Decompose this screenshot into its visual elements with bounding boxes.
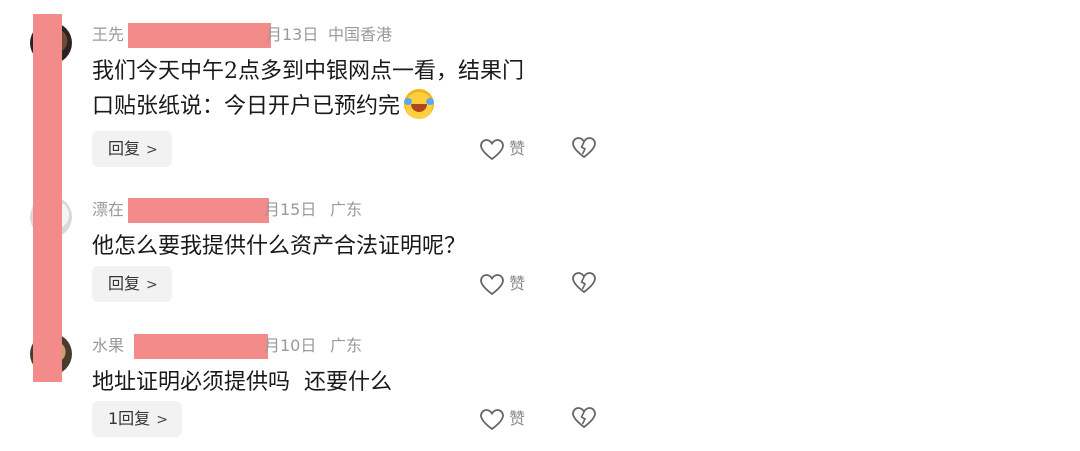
- like-button[interactable]: 赞: [480, 135, 525, 163]
- author-name[interactable]: 王先: [92, 22, 124, 48]
- comment-item: 水果 月10日 广东 地址证明必须提供吗 还要什么 1回复 > 赞: [92, 333, 612, 437]
- reply-label: 回复: [108, 274, 141, 293]
- reply-button[interactable]: 回复 >: [92, 131, 172, 167]
- like-label: 赞: [509, 409, 526, 428]
- like-label: 赞: [509, 139, 526, 158]
- broken-heart-icon: [572, 272, 596, 294]
- comment-date: 月15日: [264, 200, 317, 219]
- heart-icon: [480, 138, 504, 160]
- broken-heart-icon: [572, 407, 596, 429]
- comment-meta: 王先 月13日 中国香港: [92, 22, 612, 48]
- comment-date: 月13日: [266, 25, 319, 44]
- chevron-right-icon: >: [156, 412, 168, 428]
- chevron-right-icon: >: [146, 142, 158, 158]
- dislike-button[interactable]: [572, 272, 596, 298]
- author-name[interactable]: 水果: [92, 333, 124, 359]
- comment-line-with-emoji: 口贴张纸说：今日开户已预约完: [92, 89, 612, 124]
- reply-label: 1回复: [108, 409, 151, 428]
- like-button[interactable]: 赞: [480, 270, 525, 298]
- comment-text: 他怎么要我提供什么资产合法证明呢？: [92, 230, 612, 264]
- comment-line: 他怎么要我提供什么资产合法证明呢？: [92, 234, 467, 259]
- comment-meta: 漂在 月15日 广东: [92, 197, 612, 223]
- reply-button[interactable]: 1回复 >: [92, 401, 182, 437]
- dislike-button[interactable]: [572, 137, 596, 163]
- comment-meta: 水果 月10日 广东: [92, 333, 612, 359]
- heart-icon: [480, 273, 504, 295]
- comment-date: 月10日: [264, 336, 317, 355]
- author-name[interactable]: 漂在: [92, 197, 124, 223]
- name-redaction: [134, 334, 268, 359]
- comment-item: 漂在 月15日 广东 他怎么要我提供什么资产合法证明呢？ 回复 > 赞: [92, 197, 612, 302]
- comment-item: 王先 月13日 中国香港 我们今天中午2点多到中银网点一看，结果门 口贴张纸说：…: [92, 22, 612, 167]
- avatar-redaction-bar-overlay: [33, 14, 62, 382]
- comment-line: 口贴张纸说：今日开户已预约完: [92, 94, 401, 119]
- reply-button[interactable]: 回复 >: [92, 266, 172, 302]
- chevron-right-icon: >: [146, 277, 158, 293]
- name-redaction: [128, 23, 271, 48]
- like-button[interactable]: 赞: [480, 405, 525, 433]
- comment-location: 广东: [330, 200, 363, 219]
- comment-location: 中国香港: [328, 25, 393, 44]
- reply-label: 回复: [108, 139, 141, 158]
- comment-line: 我们今天中午2点多到中银网点一看，结果门: [92, 59, 524, 84]
- like-label: 赞: [509, 274, 526, 293]
- heart-icon: [480, 408, 504, 430]
- comment-location: 广东: [330, 336, 363, 355]
- comment-line: 地址证明必须提供吗 还要什么: [92, 370, 392, 395]
- laughing-crying-emoji-icon: [404, 89, 435, 119]
- broken-heart-icon: [572, 137, 596, 159]
- comment-text: 我们今天中午2点多到中银网点一看，结果门 口贴张纸说：今日开户已预约完: [92, 55, 612, 124]
- comment-text: 地址证明必须提供吗 还要什么: [92, 366, 612, 400]
- dislike-button[interactable]: [572, 407, 596, 433]
- name-redaction: [128, 198, 269, 223]
